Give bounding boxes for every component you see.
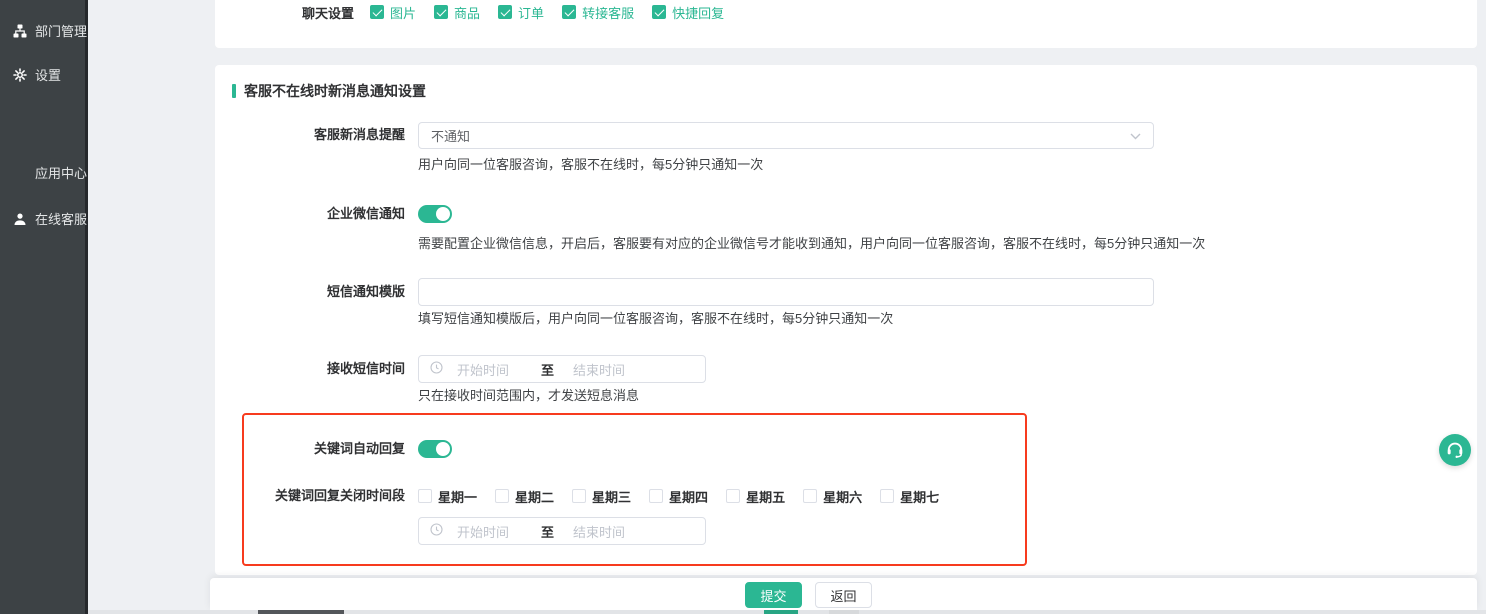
sms-receive-time-label: 接收短信时间 [215,360,405,378]
gear-icon [13,68,27,82]
checkbox-transfer-service[interactable]: 转接客服 [562,3,634,22]
chat-settings-row: 聊天设置 图片 商品 订单 转接客服 快捷回复 [302,0,724,24]
sms-receive-time-helper: 只在接收时间范围内，才发送短息消息 [418,388,639,404]
sidebar: 部门管理 设置 应用中心 在线客服 [0,0,88,614]
start-time-placeholder: 开始时间 [457,522,541,541]
section-header: 客服不在线时新消息通知设置 [232,81,426,101]
sidebar-item-online-service[interactable]: 在线客服 [13,209,87,228]
checkbox-icon [495,489,509,503]
submit-button[interactable]: 提交 [745,582,802,608]
org-chart-icon [13,24,27,38]
time-range-separator: 至 [541,522,573,541]
sidebar-item-app-center[interactable]: 应用中心 [13,163,87,182]
chat-settings-options: 图片 商品 订单 转接客服 快捷回复 [370,3,724,22]
sidebar-item-label: 在线客服 [35,209,87,228]
partial-back-button [829,610,859,614]
keyword-close-period-label: 关键词回复关闭时间段 [215,487,405,505]
checkbox-icon [880,489,894,503]
keyword-auto-reply-label: 关键词自动回复 [215,440,405,458]
checkbox-sunday[interactable]: 星期七 [880,487,939,506]
new-message-alert-select[interactable]: 不通知 [418,122,1154,149]
sidebar-item-label: 部门管理 [35,21,87,40]
partial-dark-element [258,610,344,614]
chat-settings-label: 聊天设置 [302,3,354,22]
person-icon [13,212,27,226]
partial-submit-button [764,610,798,614]
checkbox-icon [726,489,740,503]
customer-service-float-button[interactable] [1439,434,1471,466]
offline-notify-card: 客服不在线时新消息通知设置 客服新消息提醒 不通知 用户向同一位客服咨询，客服不… [215,65,1477,575]
checkbox-checked-icon [370,5,384,19]
new-message-alert-label: 客服新消息提醒 [215,126,405,144]
apps-grid-icon [13,166,27,180]
start-time-placeholder: 开始时间 [457,360,541,379]
checkbox-tuesday[interactable]: 星期二 [495,487,554,506]
checkbox-thursday[interactable]: 星期四 [649,487,708,506]
sms-template-label: 短信通知模版 [215,283,405,301]
sidebar-item-department[interactable]: 部门管理 [13,21,87,40]
wecom-notify-helper: 需要配置企业微信信息，开启后，客服要有对应的企业微信号才能收到通知，用户向同一位… [418,236,1205,252]
sidebar-item-settings[interactable]: 设置 [13,65,61,84]
sms-template-helper: 填写短信通知模版后，用户向同一位客服咨询，客服不在线时，每5分钟只通知一次 [418,311,893,327]
checkbox-image[interactable]: 图片 [370,3,416,22]
week-checkbox-row: 星期一 星期二 星期三 星期四 星期五 星期六 星期七 [418,487,939,505]
clock-icon [430,523,443,539]
clock-icon [430,361,443,377]
checkbox-wednesday[interactable]: 星期三 [572,487,631,506]
checkbox-order[interactable]: 订单 [498,3,544,22]
checkbox-quick-reply[interactable]: 快捷回复 [652,3,724,22]
checkbox-checked-icon [434,5,448,19]
keyword-close-time-picker[interactable]: 开始时间 至 结束时间 [418,517,706,545]
end-time-placeholder: 结束时间 [573,522,657,541]
headset-icon [1445,439,1465,462]
sms-receive-time-picker[interactable]: 开始时间 至 结束时间 [418,355,706,383]
keyword-auto-reply-toggle[interactable] [418,440,452,458]
chevron-down-icon [1130,128,1141,143]
wecom-notify-label: 企业微信通知 [215,205,405,223]
chat-settings-card: 聊天设置 图片 商品 订单 转接客服 快捷回复 [215,0,1477,48]
checkbox-icon [649,489,663,503]
checkbox-checked-icon [562,5,576,19]
checkbox-friday[interactable]: 星期五 [726,487,785,506]
select-value: 不通知 [431,126,1130,145]
time-range-separator: 至 [541,360,573,379]
new-message-alert-helper: 用户向同一位客服咨询，客服不在线时，每5分钟只通知一次 [418,157,763,173]
action-footer: 提交 返回 [210,578,1477,610]
section-title: 客服不在线时新消息通知设置 [244,81,426,101]
checkbox-checked-icon [652,5,666,19]
checkbox-monday[interactable]: 星期一 [418,487,477,506]
end-time-placeholder: 结束时间 [573,360,657,379]
checkbox-product[interactable]: 商品 [434,3,480,22]
checkbox-saturday[interactable]: 星期六 [803,487,862,506]
wecom-notify-toggle[interactable] [418,205,452,223]
checkbox-icon [572,489,586,503]
checkbox-icon [803,489,817,503]
checkbox-icon [418,489,432,503]
section-accent-bar [232,84,236,98]
sidebar-item-label: 应用中心 [35,163,87,182]
back-button[interactable]: 返回 [815,582,872,608]
sms-template-input[interactable] [418,278,1154,306]
sidebar-item-label: 设置 [35,65,61,84]
checkbox-checked-icon [498,5,512,19]
